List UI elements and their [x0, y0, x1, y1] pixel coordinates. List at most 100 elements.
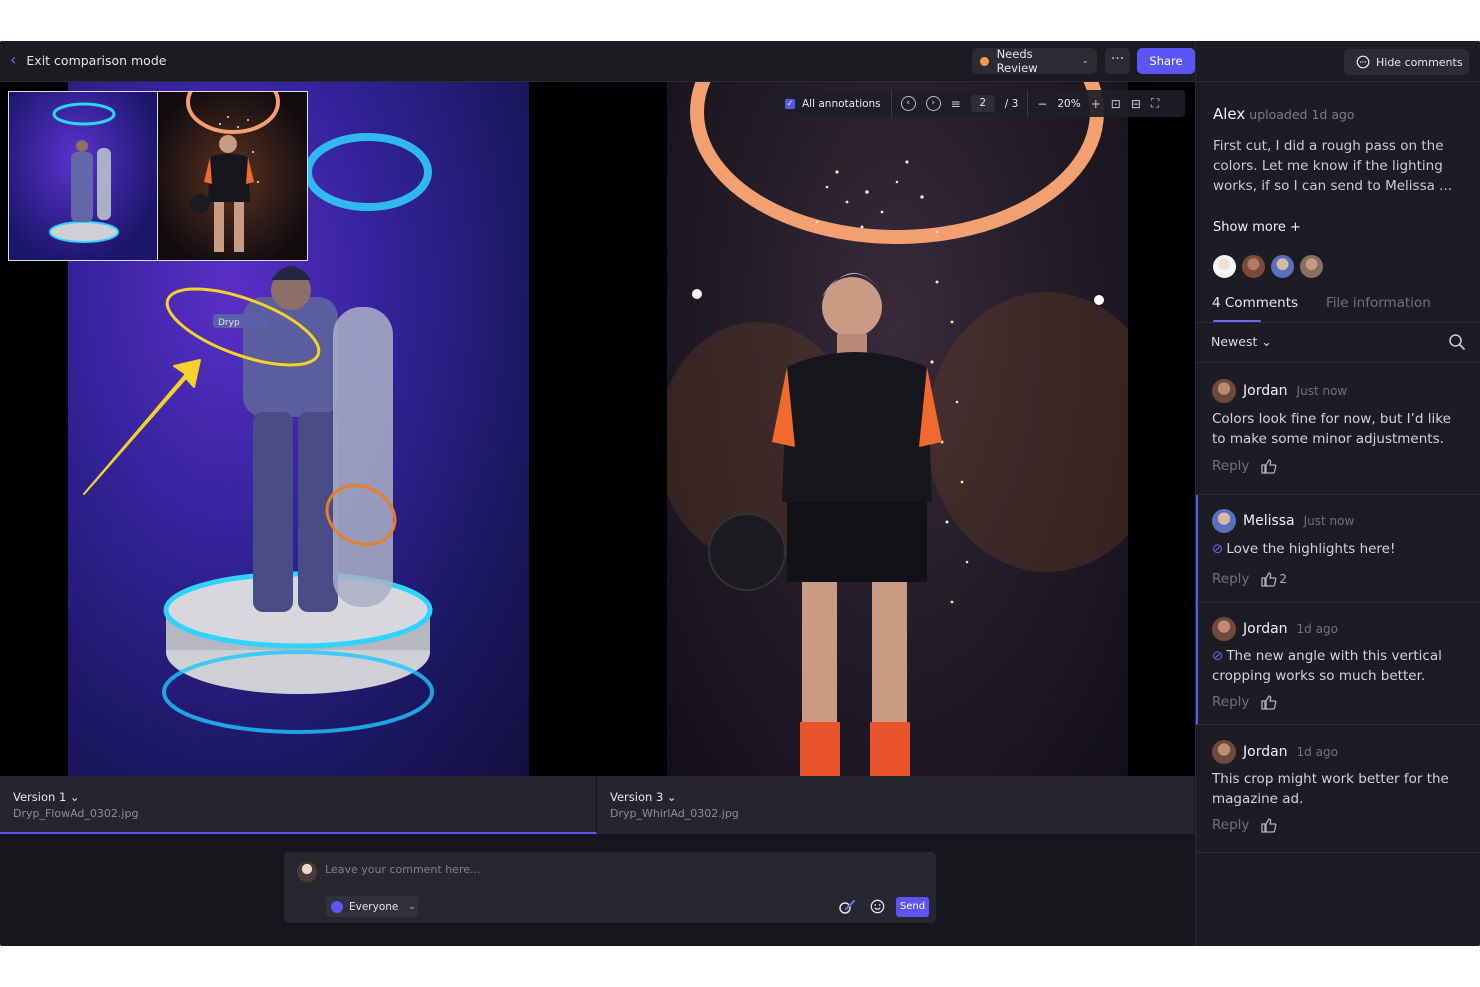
thumbs-up-icon — [1261, 571, 1277, 587]
thumbnail-1-illustration — [49, 102, 119, 243]
comment-input[interactable]: Leave your comment here... — [325, 863, 480, 876]
reply-button[interactable]: Reply — [1212, 694, 1249, 710]
chevron-down-icon: ⌄ — [1081, 56, 1089, 66]
tab-file-information[interactable]: File information — [1326, 295, 1431, 311]
user-avatar — [297, 862, 317, 882]
panel-tabs: 4 Comments File information — [1196, 293, 1480, 323]
zoom-out-button[interactable]: − — [1037, 97, 1047, 111]
sort-dropdown[interactable]: Newest ⌄ — [1211, 334, 1272, 349]
comment-header: Jordan 1d ago — [1212, 617, 1338, 641]
status-dot-icon — [980, 56, 989, 66]
zoom-controls: − 20% + ⊡ ⊟ ⛶ — [1028, 90, 1168, 117]
comment-time: Just now — [1296, 384, 1348, 398]
avatar — [1212, 379, 1236, 403]
avatar[interactable] — [1299, 254, 1324, 279]
comment-actions: Reply — [1212, 694, 1277, 710]
page-number-input[interactable]: 2 — [970, 95, 995, 112]
search-icon[interactable] — [1448, 333, 1466, 351]
like-button[interactable] — [1261, 458, 1277, 474]
version-selector-left[interactable]: Version 1 ⌄ Dryp_FlowAd_0302.jpg — [0, 776, 597, 834]
reply-button[interactable]: Reply — [1212, 458, 1249, 474]
tab-comments[interactable]: 4 Comments — [1212, 295, 1298, 322]
audience-dropdown[interactable]: Everyone ⌄ — [326, 896, 418, 917]
comparison-viewer: Dryp ✓ All annotations ‹ › ≡ 2 / 3 − 20%… — [0, 82, 1195, 776]
like-button[interactable] — [1261, 817, 1277, 833]
exit-comparison-button[interactable]: ‹ Exit comparison mode — [10, 52, 166, 68]
avatar — [1212, 509, 1236, 533]
like-count: 2 — [1279, 572, 1288, 586]
chevron-left-icon: ‹ — [10, 50, 17, 69]
comment-item[interactable]: Jordan 1d ago ⊘ The new angle with this v… — [1196, 603, 1480, 725]
like-button[interactable]: 2 — [1261, 571, 1288, 587]
comment-text: Colors look fine for now, but I’d like t… — [1212, 411, 1451, 447]
fullscreen-icon[interactable]: ⛶ — [1151, 96, 1159, 111]
comment-item[interactable]: Melissa Just now ⊘ Love the highlights he… — [1196, 495, 1480, 603]
fit-width-icon[interactable]: ⊡ — [1111, 97, 1121, 111]
thumbnail-version-3[interactable] — [158, 92, 307, 260]
svg-text:Dryp: Dryp — [218, 318, 240, 328]
annotate-brush-icon[interactable] — [838, 899, 856, 915]
zoom-in-button[interactable]: + — [1091, 97, 1101, 111]
comment-item[interactable]: Jordan 1d ago This crop might work bette… — [1196, 725, 1480, 853]
sort-bar: Newest ⌄ — [1196, 323, 1480, 363]
like-button[interactable] — [1261, 694, 1277, 710]
hide-comments-button[interactable]: Hide comments — [1344, 49, 1469, 75]
comment-text: Love the highlights here! — [1226, 541, 1396, 557]
comment-header: Jordan 1d ago — [1212, 740, 1338, 764]
version-3-image[interactable] — [667, 82, 1128, 776]
top-bar: ‹ Exit comparison mode Needs Review ⌄ ··… — [0, 41, 1195, 82]
avatar[interactable] — [1241, 254, 1266, 279]
uploader-name: Alex — [1213, 105, 1246, 123]
checkbox-checked-icon: ✓ — [785, 98, 795, 109]
next-page-button[interactable]: › — [925, 96, 941, 111]
resolved-check-icon: ⊘ — [1212, 648, 1224, 664]
emoji-icon[interactable] — [870, 899, 885, 914]
version-selector-right[interactable]: Version 3 ⌄ Dryp_WhirlAd_0302.jpg — [597, 776, 1195, 834]
more-options-button[interactable]: ··· — [1105, 48, 1130, 74]
previous-page-button[interactable]: ‹ — [900, 96, 916, 111]
comment-item[interactable]: Jordan Just now Colors look fine for now… — [1196, 363, 1480, 495]
version-3-illustration — [667, 82, 1128, 776]
comment-author: Jordan — [1243, 744, 1288, 760]
version-title: Version 3 ⌄ — [610, 790, 677, 804]
comment-author: Jordan — [1243, 383, 1288, 399]
comment-actions: Reply 2 — [1212, 571, 1287, 587]
pagination-controls: ‹ › ≡ 2 / 3 — [892, 90, 1029, 117]
comment-body: ⊘ Love the highlights here! — [1212, 539, 1462, 559]
show-more-link[interactable]: Show more + — [1213, 220, 1301, 235]
upload-description: First cut, I did a rough pass on the col… — [1213, 138, 1453, 194]
comment-time: Just now — [1303, 514, 1355, 528]
comment-actions: Reply — [1212, 817, 1277, 833]
stack-icon[interactable]: ≡ — [951, 97, 961, 111]
resolved-check-icon: ⊘ — [1212, 541, 1224, 557]
all-annotations-toggle[interactable]: ✓ All annotations — [778, 90, 892, 117]
reply-button[interactable]: Reply — [1212, 571, 1249, 587]
page-total-label: / 3 — [1004, 97, 1019, 110]
hide-comments-label: Hide comments — [1376, 55, 1463, 69]
share-button[interactable]: Share — [1137, 48, 1195, 74]
avatar[interactable] — [1270, 254, 1295, 279]
status-label: Needs Review — [996, 47, 1038, 75]
thumbnail-2-illustration — [186, 92, 280, 252]
chevron-down-icon: ⌄ — [408, 901, 416, 912]
comment-actions: Reply — [1212, 458, 1277, 474]
exit-label: Exit comparison mode — [26, 52, 167, 68]
comment-time: 1d ago — [1296, 745, 1338, 759]
all-annotations-label: All annotations — [802, 97, 881, 110]
thumbnail-version-1[interactable] — [9, 92, 158, 260]
reply-button[interactable]: Reply — [1212, 817, 1249, 833]
comments-panel: Hide comments Alex uploaded 1d ago First … — [1195, 41, 1480, 946]
comment-composer: Leave your comment here... Everyone ⌄ Se… — [284, 852, 936, 923]
fit-page-icon[interactable]: ⊟ — [1131, 97, 1141, 111]
upload-time: uploaded 1d ago — [1249, 107, 1355, 122]
comment-author: Melissa — [1243, 513, 1295, 529]
thumbnail-strip — [8, 91, 308, 261]
panel-header: Hide comments — [1196, 41, 1480, 82]
comment-author: Jordan — [1243, 621, 1288, 637]
avatar[interactable] — [1212, 254, 1237, 279]
thumbs-up-icon — [1261, 458, 1277, 474]
status-dropdown[interactable]: Needs Review ⌄ — [972, 47, 1097, 75]
version-filename: Dryp_WhirlAd_0302.jpg — [610, 807, 739, 820]
send-button[interactable]: Send — [896, 897, 929, 917]
thumbs-up-icon — [1261, 694, 1277, 710]
